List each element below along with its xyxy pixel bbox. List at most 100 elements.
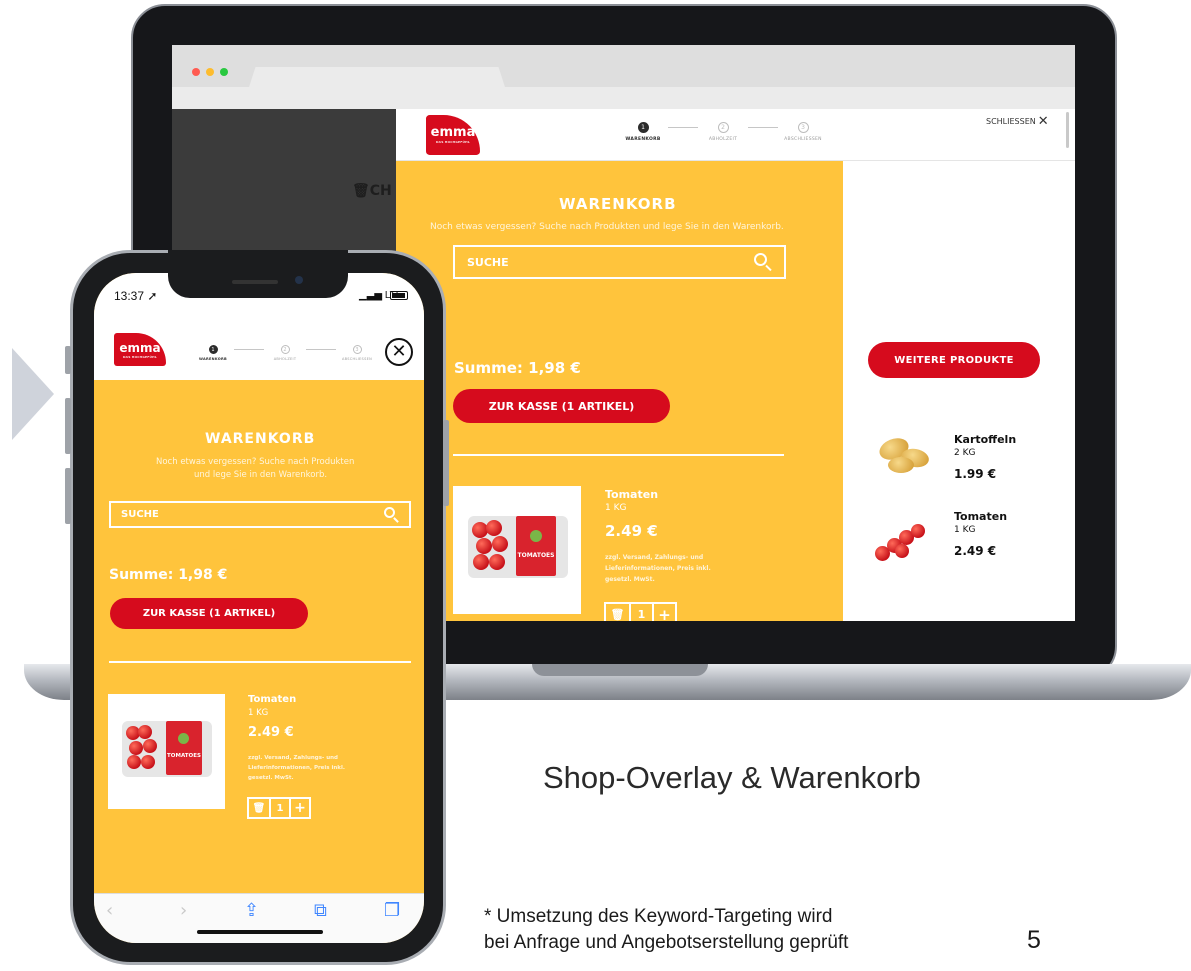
- close-icon: ✕: [1037, 114, 1049, 129]
- step-abschliessen[interactable]: 3 ABSCHLIESSEN: [336, 345, 378, 361]
- mobile-overlay-header: emma DAS HOCHGEFÜHL 1 WARENKORB 2 ABHOLZ…: [94, 323, 424, 380]
- product-weight: 1 KG: [605, 503, 627, 513]
- cart-divider: [453, 454, 784, 456]
- cart-sum: Summe: 1,98 €: [109, 567, 228, 583]
- trash-icon: 🗑: [610, 608, 625, 621]
- trash-icon: 🗑: [252, 802, 266, 814]
- close-button[interactable]: ✕: [385, 338, 413, 366]
- browser-toolbar: [172, 45, 1075, 109]
- search-icon: [384, 507, 399, 523]
- close-icon: ✕: [391, 341, 407, 362]
- window-close-dot[interactable]: [192, 68, 200, 76]
- backdrop-cart-label: 🗑CH: [352, 183, 392, 199]
- step-abholzeit[interactable]: 2 ABHOLZEIT: [264, 345, 306, 361]
- window-maximize-dot[interactable]: [220, 68, 228, 76]
- share-icon[interactable]: ⇪: [244, 900, 259, 921]
- safari-toolbar: ‹ › ⇪ ⧉ ❐: [94, 893, 424, 943]
- battery-icon: [390, 291, 408, 300]
- step-connector: [748, 127, 778, 128]
- emma-logo[interactable]: emma DAS HOCHGEFÜHL: [114, 333, 166, 366]
- cart-title: WARENKORB: [205, 431, 316, 447]
- product-name: Tomaten: [248, 694, 297, 705]
- bookmarks-icon[interactable]: ⧉: [314, 900, 327, 921]
- plus-icon: +: [294, 800, 306, 816]
- product-image-tomatoes: TOMATOES: [108, 694, 225, 809]
- phone-mute-switch: [65, 346, 71, 374]
- cart-title: WARENKORB: [559, 195, 677, 213]
- step-connector: [306, 349, 336, 350]
- slide-footnote: * Umsetzung des Keyword-Targeting wird b…: [484, 906, 849, 953]
- quantity-stepper: 🗑 1 +: [247, 797, 311, 819]
- product-legal-note: zzgl. Versand, Zahlungs- und Lieferinfor…: [248, 755, 345, 781]
- phone-volume-down: [65, 468, 71, 524]
- product-pack: TOMATOES: [468, 516, 568, 578]
- product-price: 2.49 €: [248, 725, 294, 740]
- slide-title: Shop-Overlay & Warenkorb: [543, 760, 921, 795]
- location-arrow-icon: ➚: [147, 289, 158, 303]
- overlay-header: emma DAS HOCHGEFÜHL 1 WARENKORB 2 ABHOLZ…: [396, 109, 1075, 161]
- checkout-steps: 1 WARENKORB 2 ABHOLZEIT 3 ABSCHLIESSEN: [618, 122, 828, 142]
- window-minimize-dot[interactable]: [206, 68, 214, 76]
- shop-overlay: emma DAS HOCHGEFÜHL 1 WARENKORB 2 ABHOLZ…: [396, 109, 1075, 621]
- laptop-hinge-notch: [532, 664, 708, 676]
- increment-button[interactable]: +: [289, 799, 309, 817]
- product-price: 2.49 €: [605, 522, 658, 540]
- step-abschliessen[interactable]: 3 ABSCHLIESSEN: [778, 122, 828, 142]
- step-warenkorb[interactable]: 1 WARENKORB: [618, 122, 668, 142]
- step-connector: [234, 349, 264, 350]
- tabs-icon[interactable]: ❐: [384, 900, 400, 921]
- search-icon: [754, 253, 772, 272]
- more-products-button[interactable]: WEITERE PRODUKTE: [868, 342, 1040, 378]
- search-input[interactable]: SUCHE: [109, 501, 411, 528]
- product-name: Tomaten: [605, 488, 659, 501]
- recommendation-weight: 1 KG: [954, 525, 976, 535]
- trash-icon: 🗑: [352, 183, 370, 199]
- checkout-steps: 1 WARENKORB 2 ABHOLZEIT 3 ABSCHLIESSEN: [192, 345, 378, 361]
- plus-icon: +: [658, 605, 671, 622]
- checkout-button[interactable]: ZUR KASSE (1 ARTIKEL): [453, 389, 670, 423]
- delete-button[interactable]: 🗑: [606, 604, 629, 621]
- recommendations-panel: WEITERE PRODUKTE Kartoffeln 2 KG 1.99 € …: [843, 161, 1075, 621]
- cart-sum: Summe: 1,98 €: [454, 359, 581, 377]
- phone-speaker: [232, 280, 278, 284]
- product-image-tomatoes: TOMATOES: [453, 486, 581, 614]
- product-legal-note: zzgl. Versand, Zahlungs- und Lieferinfor…: [605, 554, 711, 583]
- back-arrow-icon[interactable]: ‹: [106, 900, 113, 921]
- product-weight: 1 KG: [248, 708, 269, 718]
- quantity-value: 1: [269, 799, 289, 817]
- cart-subtitle-line-1: Noch etwas vergessen? Suche nach Produkt…: [156, 457, 355, 467]
- phone-camera: [295, 276, 303, 284]
- checkout-button[interactable]: ZUR KASSE (1 ARTIKEL): [110, 598, 308, 629]
- home-indicator[interactable]: [197, 930, 323, 934]
- recommendation-price: 1.99 €: [954, 467, 997, 481]
- search-input[interactable]: SUCHE: [453, 245, 786, 279]
- quantity-value: 1: [629, 604, 652, 621]
- close-button[interactable]: SCHLIESSEN ✕: [986, 114, 1049, 129]
- forward-arrow-icon[interactable]: ›: [180, 900, 187, 921]
- recommendation-name: Tomaten: [954, 510, 1008, 523]
- increment-button[interactable]: +: [652, 604, 675, 621]
- cart-divider: [109, 661, 411, 663]
- recommendation-name: Kartoffeln: [954, 433, 1017, 446]
- page-number: 5: [1027, 926, 1041, 954]
- quantity-stepper: 🗑 1 +: [604, 602, 677, 621]
- emma-logo[interactable]: emma DAS HOCHGEFÜHL: [426, 115, 480, 155]
- phone-volume-up: [65, 398, 71, 454]
- cart-subtitle: Noch etwas vergessen? Suche nach Produkt…: [430, 222, 784, 232]
- browser-tab[interactable]: [242, 67, 512, 109]
- phone-notch: [168, 250, 348, 298]
- status-time: 13:37 ➚: [114, 289, 158, 303]
- step-connector: [668, 127, 698, 128]
- step-abholzeit[interactable]: 2 ABHOLZEIT: [698, 122, 748, 142]
- signal-icon: ▁▃▅: [359, 290, 383, 301]
- slide-arrow-decoration: [12, 348, 54, 440]
- recommendation-weight: 2 KG: [954, 448, 976, 458]
- step-warenkorb[interactable]: 1 WARENKORB: [192, 345, 234, 361]
- product-pack: TOMATOES: [122, 721, 212, 777]
- cart-subtitle-line-2: und lege Sie in den Warenkorb.: [194, 470, 328, 480]
- phone-screen: 13:37 ➚ ▁▃▅ LTE emma DAS HOCHGEFÜHL 1 WA…: [94, 273, 424, 943]
- phone-power-button: [443, 420, 449, 506]
- delete-button[interactable]: 🗑: [249, 799, 269, 817]
- scrollbar[interactable]: [1066, 112, 1069, 148]
- recommendation-price: 2.49 €: [954, 544, 997, 558]
